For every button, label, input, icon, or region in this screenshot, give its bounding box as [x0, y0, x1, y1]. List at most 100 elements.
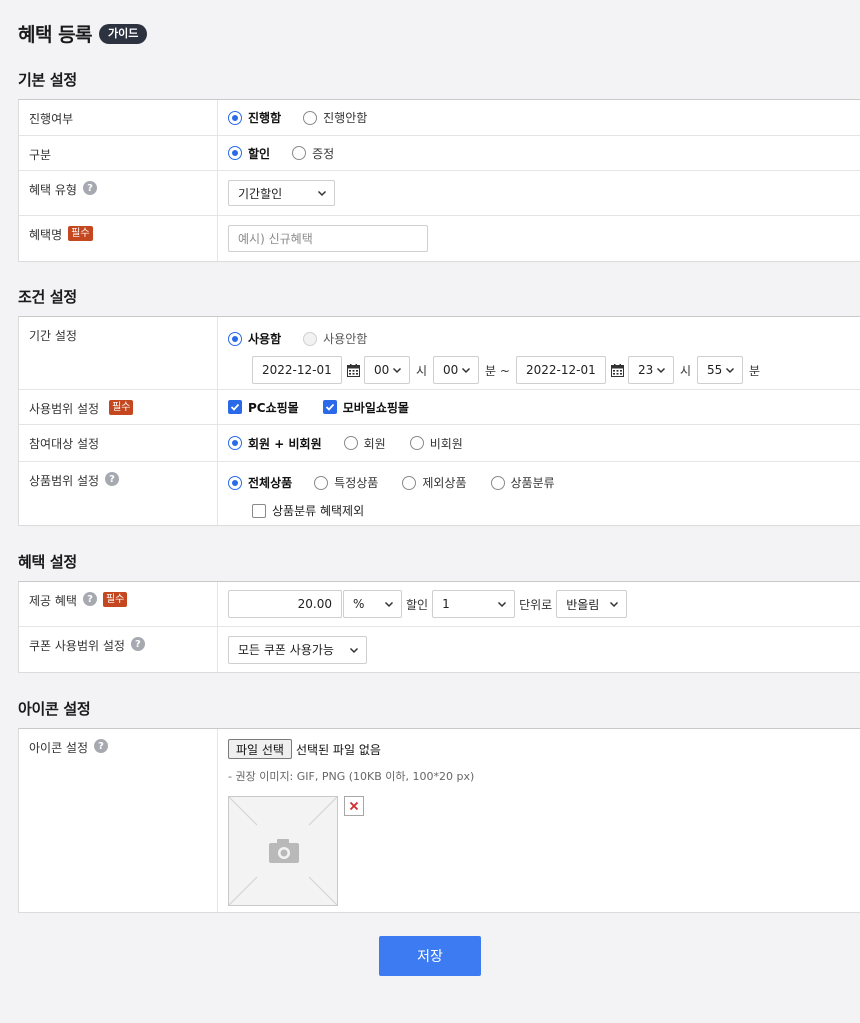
help-icon[interactable]: ?: [82, 181, 97, 195]
start-date-input[interactable]: 2022-12-01: [252, 356, 342, 384]
chevron-down-icon: [462, 367, 471, 374]
checkbox-label: 상품분류 혜택제외: [272, 504, 365, 518]
round-unit-text: 단위로: [519, 597, 553, 612]
image-hint: - 권장 이미지: GIF, PNG (10KB 이하, 100*20 px): [228, 770, 475, 783]
file-select-button[interactable]: 파일 선택: [228, 739, 292, 759]
label-text: 혜택 유형: [29, 183, 77, 197]
radio-label: 증정: [312, 146, 335, 161]
help-icon[interactable]: ?: [130, 637, 145, 651]
checkbox-mobile-mall[interactable]: 모바일쇼핑몰: [322, 399, 409, 416]
select-value: 모든 쿠폰 사용가능: [238, 643, 334, 657]
row-value: 파일 선택 선택된 파일 없음 - 권장 이미지: GIF, PNG (10KB…: [218, 729, 860, 912]
radio-dot: [292, 146, 307, 160]
end-minute-select[interactable]: 55: [697, 356, 744, 384]
save-button[interactable]: 저장: [379, 936, 481, 976]
radio-target-member[interactable]: 회원: [343, 435, 386, 452]
radio-period-nouse[interactable]: 사용안함: [303, 330, 367, 347]
radio-product-all[interactable]: 전체상품: [228, 474, 292, 491]
help-icon[interactable]: ?: [82, 592, 97, 606]
basic-settings-table: 진행여부 진행함 진행안함 구분 할인 증정 혜택 유형? 기간할인 혜택명 필수: [18, 99, 860, 262]
row-value: 20.00 % 할인 1 단위로 반올림: [218, 582, 860, 626]
end-hour-select[interactable]: 23: [627, 356, 674, 384]
radio-period-use[interactable]: 사용함: [228, 330, 281, 347]
label-text: 기간 설정: [29, 329, 77, 343]
close-icon: [349, 801, 359, 811]
round-mode-select[interactable]: 반올림: [556, 590, 628, 618]
radio-product-category[interactable]: 상품분류: [490, 474, 555, 491]
label-text: 쿠폰 사용범위 설정: [29, 639, 125, 653]
round-unit-select[interactable]: 1: [432, 590, 516, 618]
help-icon[interactable]: ?: [94, 739, 109, 753]
hour-unit: 시: [416, 363, 428, 378]
calendar-icon[interactable]: [347, 363, 360, 377]
select-value: 00: [443, 363, 459, 377]
checkbox-pc-mall[interactable]: PC쇼핑몰: [228, 399, 299, 416]
radio-target-all[interactable]: 회원 + 비회원: [228, 435, 322, 452]
checkbox-label: 모바일쇼핑몰: [342, 400, 409, 415]
checkbox-box: [228, 400, 242, 414]
radio-progress-on[interactable]: 진행함: [228, 109, 281, 126]
benefit-amount-input[interactable]: 20.00: [228, 590, 342, 618]
camera-icon: [229, 797, 337, 905]
delete-image-button[interactable]: [344, 796, 364, 816]
checkbox-label: PC쇼핑몰: [248, 400, 299, 415]
radio-gift[interactable]: 증정: [292, 145, 334, 162]
section-title-benefit: 혜택 설정: [18, 553, 77, 571]
chevron-down-icon: [725, 367, 735, 374]
checkbox-box: [252, 503, 266, 518]
radio-discount[interactable]: 할인: [228, 145, 270, 162]
row-label: 제공 혜택? 필수: [19, 582, 218, 626]
radio-label: 비회원: [429, 436, 463, 451]
radio-label: 진행함: [248, 111, 282, 125]
radio-dot: [343, 436, 358, 450]
radio-dot: [303, 331, 318, 346]
row-label: 참여대상 설정: [19, 425, 218, 461]
row-value: 사용함 사용안함 2022-12-01 00 시 00 분 ~ 2022-12-…: [218, 317, 860, 389]
benefit-name-input[interactable]: 예시) 신규혜택: [228, 225, 428, 252]
radio-label: 사용함: [248, 332, 282, 346]
label-text: 아이콘 설정: [29, 741, 89, 755]
range-separator: 분 ~: [485, 363, 510, 378]
radio-progress-off[interactable]: 진행안함: [303, 109, 367, 126]
benefit-type-select[interactable]: 기간할인: [228, 180, 335, 206]
radio-dot: [402, 475, 417, 490]
row-value: 예시) 신규혜택: [218, 216, 860, 261]
end-date-input[interactable]: 2022-12-01: [515, 356, 606, 384]
benefit-unit-select[interactable]: %: [343, 590, 402, 618]
radio-dot: [228, 146, 242, 160]
chevron-down-icon: [317, 190, 327, 197]
select-value: 55: [707, 363, 723, 377]
radio-label: 진행안함: [323, 111, 368, 125]
row-value: 할인 증정: [218, 136, 860, 170]
select-value: 기간할인: [238, 186, 283, 201]
select-value: 00: [374, 363, 390, 377]
icon-preview: [228, 796, 338, 906]
help-icon[interactable]: ?: [105, 472, 120, 486]
required-badge: 필수: [68, 226, 93, 241]
guide-button[interactable]: 가이드: [99, 23, 148, 44]
radio-product-exclude[interactable]: 제외상품: [402, 474, 467, 491]
section-title-icon: 아이콘 설정: [18, 700, 91, 718]
icon-settings-table: 아이콘 설정? 파일 선택 선택된 파일 없음 - 권장 이미지: GIF, P…: [18, 728, 860, 913]
calendar-icon[interactable]: [610, 363, 624, 377]
section-title-condition: 조건 설정: [18, 288, 77, 306]
row-value: 전체상품 특정상품 제외상품 상품분류 상품분류 혜택제외: [218, 462, 860, 525]
select-value: 1: [442, 597, 450, 611]
row-label: 쿠폰 사용범위 설정?: [19, 627, 218, 672]
select-value: %: [353, 597, 365, 611]
file-status: 선택된 파일 없음: [295, 742, 381, 757]
start-hour-select[interactable]: 00: [364, 356, 410, 384]
label-text: 사용범위 설정: [29, 402, 100, 416]
row-icon: 아이콘 설정? 파일 선택 선택된 파일 없음 - 권장 이미지: GIF, P…: [19, 729, 860, 912]
radio-product-specific[interactable]: 특정상품: [314, 474, 378, 491]
coupon-scope-select[interactable]: 모든 쿠폰 사용가능: [228, 635, 367, 664]
radio-dot: [228, 436, 242, 450]
page-title: 혜택 등록: [18, 24, 93, 46]
benefit-settings-table: 제공 혜택? 필수 20.00 % 할인 1 단위로 반올림 쿠폰 사용범위 설정…: [18, 581, 860, 673]
start-minute-select[interactable]: 00: [433, 356, 480, 384]
checkbox-exclude-category[interactable]: 상품분류 혜택제외: [252, 502, 364, 519]
radio-target-guest[interactable]: 비회원: [409, 435, 463, 452]
radio-dot: [490, 475, 505, 490]
label-text: 혜택명: [29, 228, 63, 242]
minute-unit: 분: [749, 363, 761, 378]
